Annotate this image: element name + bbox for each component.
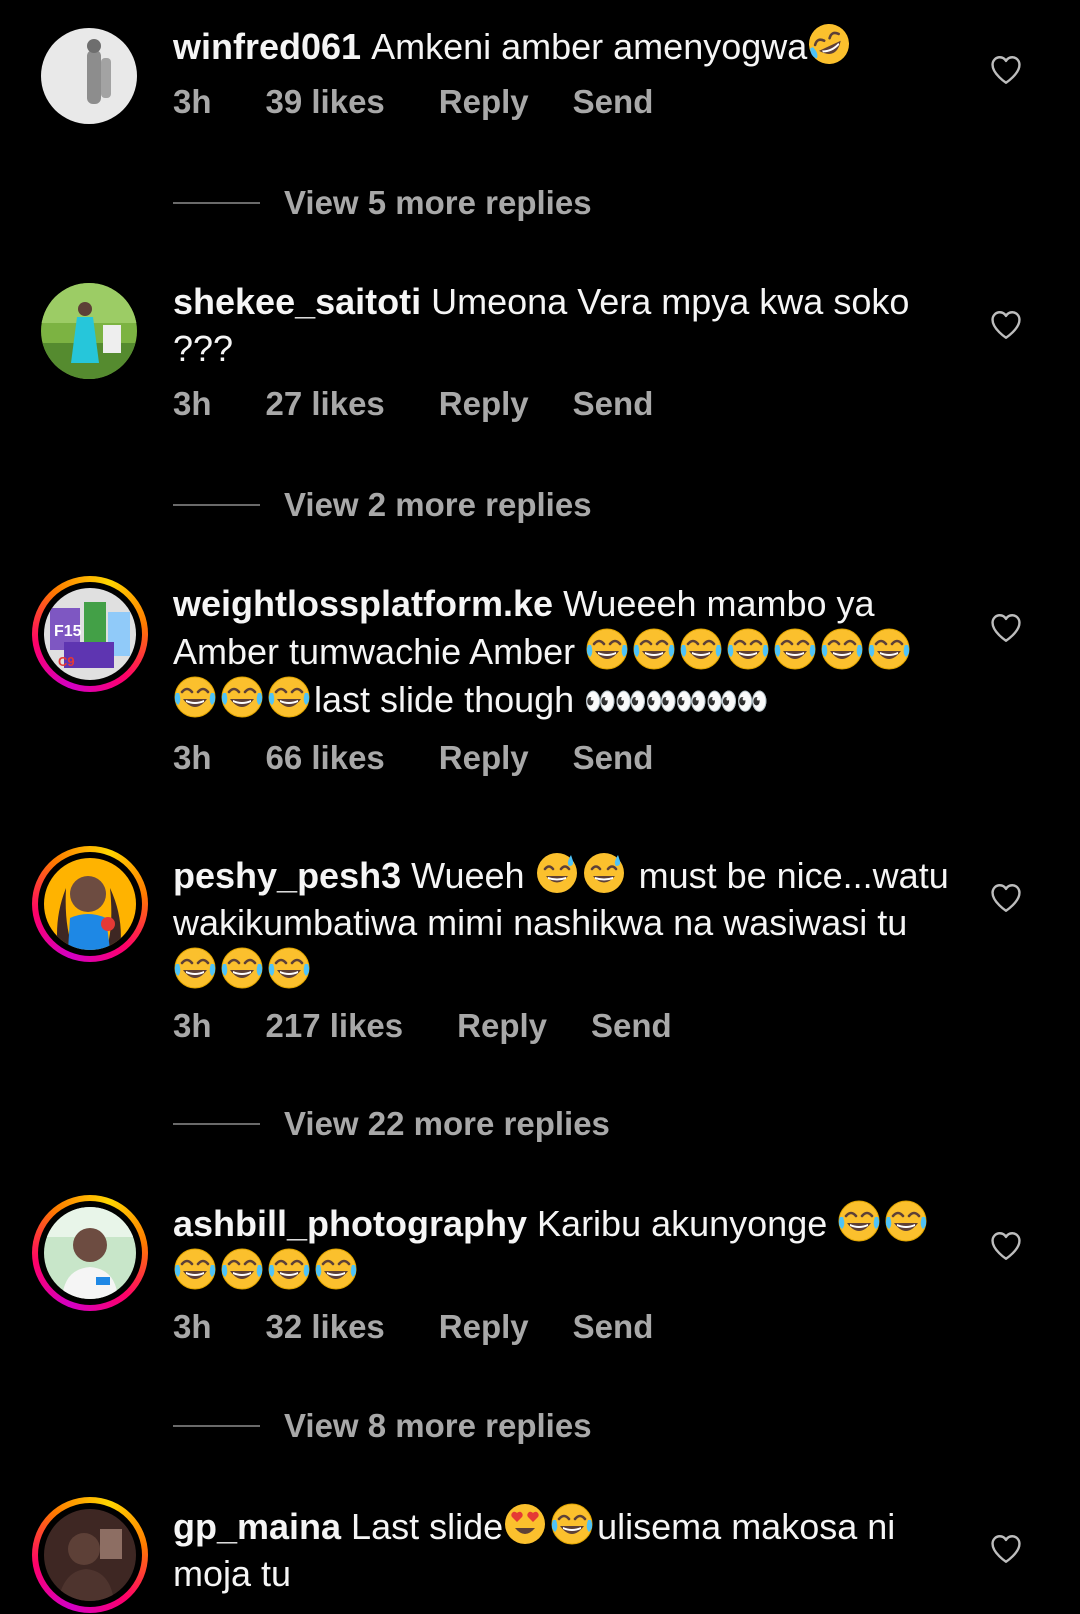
comment-time: 3h xyxy=(173,83,212,120)
reply-button[interactable]: Reply xyxy=(439,738,529,778)
comment-text: gp_maina Last slide ulisema makosa ni moja… xyxy=(173,1502,953,1597)
likes-count[interactable]: 66 likes xyxy=(266,738,385,778)
like-heart-icon[interactable] xyxy=(988,308,1024,342)
like-heart-icon[interactable] xyxy=(988,1229,1024,1263)
replies-divider xyxy=(173,504,260,506)
avatar[interactable] xyxy=(41,283,137,379)
avatar[interactable] xyxy=(41,28,137,124)
heart-eyes-emoji-icon xyxy=(503,1502,547,1546)
reply-button[interactable]: Reply xyxy=(439,1307,529,1347)
laughing-emoji-icon xyxy=(267,1247,311,1291)
send-button[interactable]: Send xyxy=(573,738,654,778)
likes-count[interactable]: 217 likes xyxy=(266,1006,404,1046)
comment-meta: 3h 66 likes Reply Send xyxy=(173,738,953,778)
laughing-emoji-icon xyxy=(550,1502,594,1546)
like-heart-icon[interactable] xyxy=(988,881,1024,915)
comment-text: ashbill_photography Karibu akunyonge xyxy=(173,1199,953,1295)
laughing-emoji-icon xyxy=(837,1199,881,1243)
svg-text:F15: F15 xyxy=(54,623,82,640)
view-replies-button[interactable]: View 2 more replies xyxy=(173,485,592,525)
laughing-emoji-icon xyxy=(220,946,264,990)
send-button[interactable]: Send xyxy=(573,1307,654,1347)
laughing-emoji-icon xyxy=(314,1247,358,1291)
laughing-emoji-icon xyxy=(173,675,217,719)
send-button[interactable]: Send xyxy=(573,384,654,424)
laughing-emoji-icon xyxy=(173,946,217,990)
username[interactable]: winfred061 xyxy=(173,26,361,67)
laughing-emoji-icon xyxy=(220,1247,264,1291)
comment-time: 3h xyxy=(173,385,212,422)
reply-button[interactable]: Reply xyxy=(439,82,529,122)
avatar-story-ring[interactable] xyxy=(32,1195,148,1311)
avatar-story-ring[interactable] xyxy=(32,846,148,962)
like-heart-icon[interactable] xyxy=(988,53,1024,87)
username[interactable]: peshy_pesh3 xyxy=(173,855,401,896)
laughing-emoji-icon xyxy=(585,627,629,671)
eyes-emoji-icon: 👀👀👀👀👀👀 xyxy=(584,687,768,717)
comment-time: 3h xyxy=(173,739,212,776)
comment-text: shekee_saitoti Umeona Vera mpya kwa soko … xyxy=(173,281,910,369)
username[interactable]: ashbill_photography xyxy=(173,1203,527,1244)
sweat-smile-emoji-icon xyxy=(582,851,626,895)
likes-count[interactable]: 27 likes xyxy=(266,384,385,424)
avatar xyxy=(44,1509,136,1601)
avatar xyxy=(44,858,136,950)
laughing-emoji-icon xyxy=(726,627,770,671)
like-heart-icon[interactable] xyxy=(988,611,1024,645)
sweat-smile-emoji-icon xyxy=(535,851,579,895)
laughing-emoji-icon xyxy=(679,627,723,671)
laughing-emoji-icon xyxy=(267,946,311,990)
likes-count[interactable]: 32 likes xyxy=(266,1307,385,1347)
laughing-emoji-icon xyxy=(867,627,911,671)
laughing-emoji-icon xyxy=(173,1247,217,1291)
view-replies-button[interactable]: View 5 more replies xyxy=(173,183,592,223)
comment-meta: 3h 27 likes Reply Send xyxy=(173,384,953,424)
send-button[interactable]: Send xyxy=(573,82,654,122)
laughing-emoji-icon xyxy=(773,627,817,671)
avatar-story-ring[interactable]: F15 C9 xyxy=(32,576,148,692)
username[interactable]: weightlossplatform.ke xyxy=(173,583,553,624)
comment-time: 3h xyxy=(173,1308,212,1345)
replies-divider xyxy=(173,1425,260,1427)
likes-count[interactable]: 39 likes xyxy=(266,82,385,122)
replies-divider xyxy=(173,1123,260,1125)
reply-button[interactable]: Reply xyxy=(439,384,529,424)
username[interactable]: gp_maina xyxy=(173,1506,341,1547)
replies-divider xyxy=(173,202,260,204)
laughing-emoji-icon xyxy=(632,627,676,671)
view-replies-button[interactable]: View 8 more replies xyxy=(173,1406,592,1446)
comment-meta: 3h 39 likes Reply Send xyxy=(173,82,953,122)
comment-text: peshy_pesh3 Wueeh must be nice...watu wak… xyxy=(173,851,953,994)
laughing-emoji-icon xyxy=(884,1199,928,1243)
send-button[interactable]: Send xyxy=(591,1006,672,1046)
comment-text: winfred061 Amkeni amber amenyogwa xyxy=(173,22,953,70)
reply-button[interactable]: Reply xyxy=(457,1006,547,1046)
laughing-emoji-icon xyxy=(267,675,311,719)
like-heart-icon[interactable] xyxy=(988,1532,1024,1566)
avatar: F15 C9 xyxy=(44,588,136,680)
svg-text:C9: C9 xyxy=(58,654,75,669)
avatar xyxy=(44,1207,136,1299)
avatar-story-ring[interactable] xyxy=(32,1497,148,1613)
comment-time: 3h xyxy=(173,1007,212,1044)
laughing-emoji-icon xyxy=(820,627,864,671)
view-replies-button[interactable]: View 22 more replies xyxy=(173,1104,610,1144)
username[interactable]: shekee_saitoti xyxy=(173,281,421,322)
comment-meta: 3h 217 likes Reply Send xyxy=(173,1006,953,1046)
comment-text: weightlossplatform.ke Wueeeh mambo ya Amb… xyxy=(173,580,953,726)
comment-meta: 3h 32 likes Reply Send xyxy=(173,1307,953,1347)
rofl-emoji-icon xyxy=(807,22,851,66)
laughing-emoji-icon xyxy=(220,675,264,719)
